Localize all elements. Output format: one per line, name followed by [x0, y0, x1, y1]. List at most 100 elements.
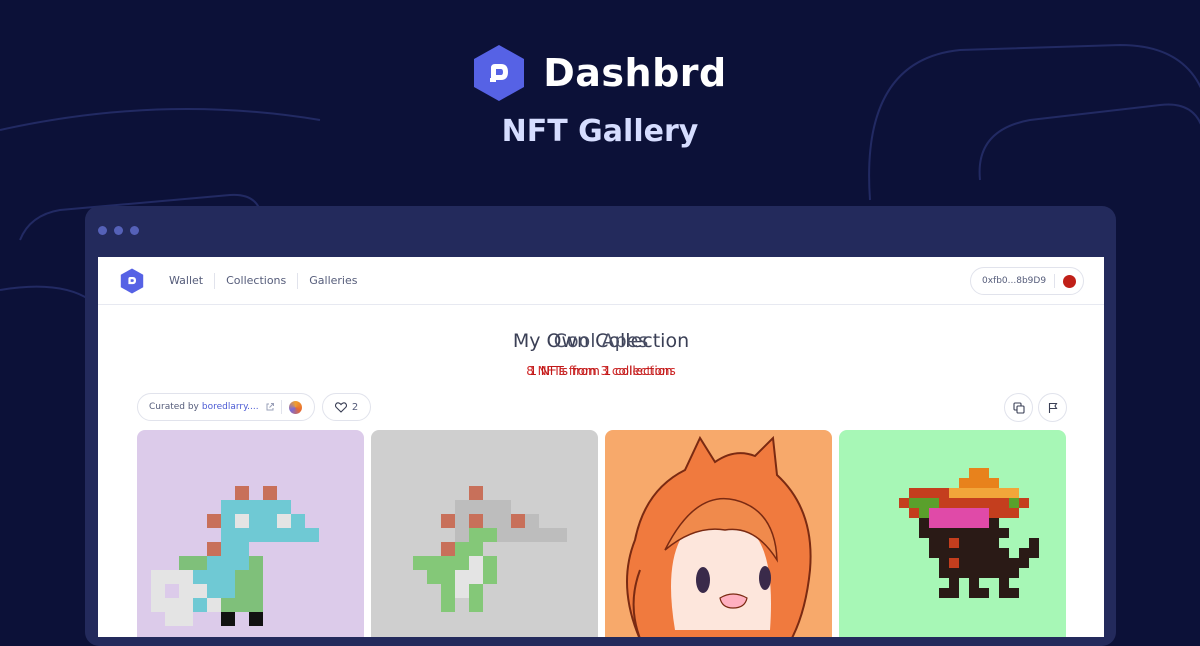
pixel	[441, 556, 455, 570]
pixel	[497, 528, 511, 542]
pixel	[959, 568, 969, 578]
nav-collections-link[interactable]: Collections	[215, 272, 299, 289]
pixel	[179, 598, 193, 612]
pixel	[919, 518, 929, 528]
pixel	[949, 578, 959, 588]
pixel	[277, 500, 291, 514]
gallery-title-overlay: Cool Apes	[553, 330, 649, 352]
pixel	[999, 488, 1009, 498]
pixel	[221, 500, 235, 514]
pixel	[455, 500, 469, 514]
pixel	[151, 570, 165, 584]
pixel	[235, 514, 249, 528]
curator-pill: Curated by boredlarry....	[137, 393, 315, 421]
report-button[interactable]	[1038, 393, 1067, 422]
like-count: 2	[351, 401, 359, 413]
pixel	[221, 514, 235, 528]
pixel	[959, 558, 969, 568]
nft-card[interactable]	[605, 430, 832, 637]
pixel	[949, 498, 959, 508]
pixel	[249, 528, 263, 542]
nav-wallet-link[interactable]: Wallet	[158, 272, 216, 289]
pixel	[179, 612, 193, 626]
pixel	[999, 498, 1009, 508]
pixel	[989, 518, 999, 528]
pixel	[249, 584, 263, 598]
nft-image-sombrero-dino	[839, 430, 1066, 637]
dashbrd-logo-icon[interactable]	[120, 268, 144, 294]
pixel	[989, 558, 999, 568]
nft-card[interactable]	[371, 430, 598, 637]
pixel	[525, 528, 539, 542]
nft-image-dino	[137, 430, 364, 637]
nav-galleries-link[interactable]: Galleries	[298, 273, 368, 289]
pixel	[235, 570, 249, 584]
pixel	[249, 514, 263, 528]
pixel	[511, 514, 525, 528]
pixel	[939, 548, 949, 558]
pixel	[179, 556, 193, 570]
pixel	[235, 500, 249, 514]
pixel	[483, 570, 497, 584]
pixel	[1009, 588, 1019, 598]
pixel	[277, 514, 291, 528]
pixel	[235, 598, 249, 612]
pixel	[979, 518, 989, 528]
pixel	[263, 486, 277, 500]
pixel	[305, 528, 319, 542]
pixel	[929, 528, 939, 538]
pixel	[899, 498, 909, 508]
pixel	[151, 584, 165, 598]
pixel	[949, 488, 959, 498]
brand-name: Dashbrd	[543, 51, 727, 95]
pixel	[1009, 508, 1019, 518]
pixel	[989, 528, 999, 538]
pixel	[249, 598, 263, 612]
app-screen: Wallet Collections Galleries 0xfb0...8b9…	[98, 257, 1104, 637]
pixel	[979, 488, 989, 498]
pixel	[999, 548, 1009, 558]
pixel	[959, 518, 969, 528]
wallet-button[interactable]: 0xfb0...8b9D9	[970, 267, 1084, 295]
pixel	[969, 518, 979, 528]
pixel	[441, 514, 455, 528]
pixel	[949, 548, 959, 558]
pixel	[469, 598, 483, 612]
pixel	[969, 498, 979, 508]
pixel	[249, 612, 263, 626]
pixel	[235, 528, 249, 542]
nft-card[interactable]	[137, 430, 364, 637]
curator-avatar	[288, 400, 302, 414]
pixel	[939, 538, 949, 548]
pixel	[193, 584, 207, 598]
pixel	[455, 514, 469, 528]
pixel	[959, 488, 969, 498]
external-link-icon[interactable]	[265, 402, 275, 412]
pixel	[979, 588, 989, 598]
pixel	[959, 548, 969, 558]
pixel	[949, 538, 959, 548]
pixel	[1009, 488, 1019, 498]
curator-link[interactable]: boredlarry....	[202, 402, 259, 412]
pixel	[979, 468, 989, 478]
pixel	[455, 584, 469, 598]
pixel	[969, 508, 979, 518]
pixel	[221, 556, 235, 570]
gallery-subtitle-overlay: 1 NFTs from 1 collection	[529, 364, 673, 378]
pixel	[249, 556, 263, 570]
pixel	[949, 558, 959, 568]
nft-card[interactable]	[839, 430, 1066, 637]
like-button[interactable]: 2	[322, 393, 371, 421]
pixel	[291, 514, 305, 528]
pixel	[979, 568, 989, 578]
pixel	[999, 508, 1009, 518]
pixel	[989, 568, 999, 578]
pixel	[979, 498, 989, 508]
pixel	[469, 556, 483, 570]
pixel	[939, 488, 949, 498]
pixel	[193, 570, 207, 584]
pixel	[969, 538, 979, 548]
pixel	[469, 542, 483, 556]
copy-link-button[interactable]	[1004, 393, 1033, 422]
pixel	[959, 538, 969, 548]
